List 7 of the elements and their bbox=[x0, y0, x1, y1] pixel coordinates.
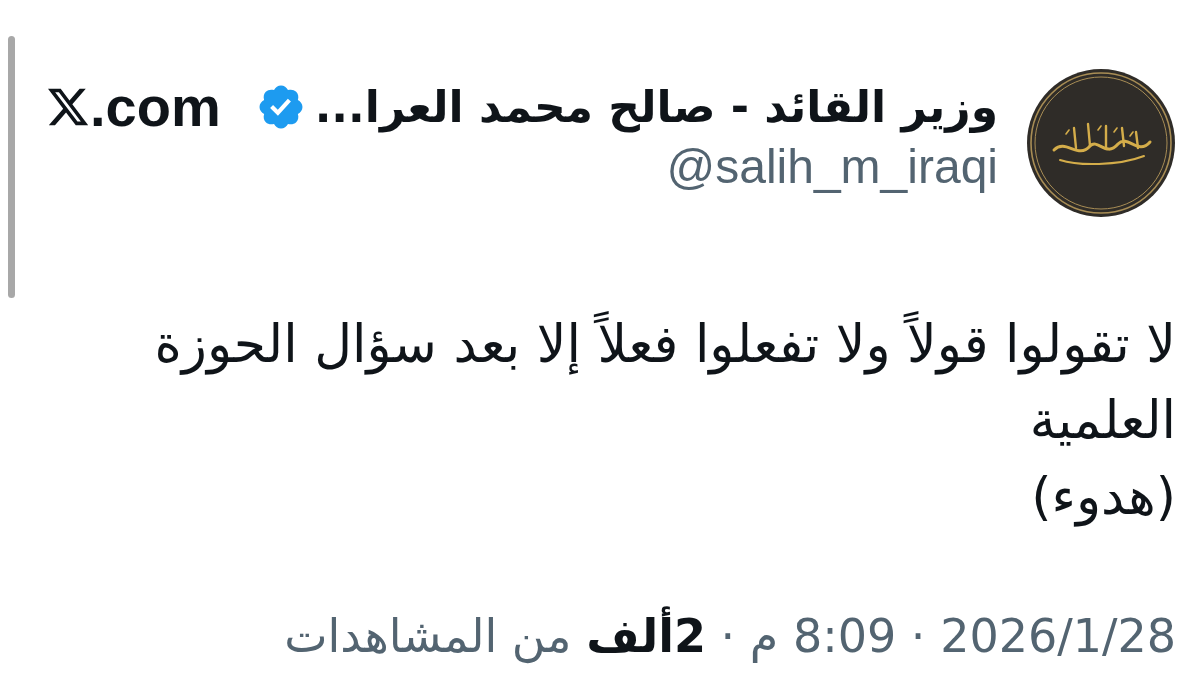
author-name[interactable]: وزير القائد - صالح محمد العرا... bbox=[314, 76, 998, 138]
tweet-text: (هدوء) bbox=[1030, 465, 1176, 529]
tweet-timestamp-views: 2026/1/28 · 8:09 م · 2ألف من المشاهدات bbox=[284, 606, 1176, 666]
x-logo-icon bbox=[48, 88, 88, 126]
author-handle[interactable]: @salih_m_iraqi bbox=[666, 138, 998, 196]
site-domain: .com bbox=[90, 76, 221, 138]
tweet-text: لا تقولوا قولاً ولا تفعلوا فعلاً إلا بعد سؤال الحوزة العلمية bbox=[110, 306, 1176, 458]
